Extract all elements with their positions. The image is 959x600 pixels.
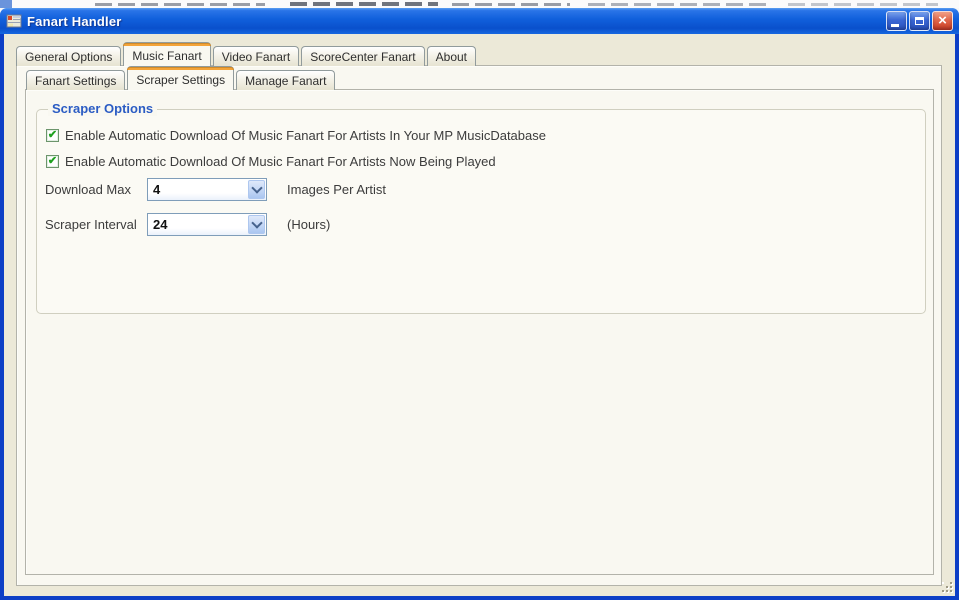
tab-label: About [435,49,467,64]
field-label: Scraper Interval [45,217,137,232]
chevron-down-icon [250,217,263,229]
titlebar[interactable]: Fanart Handler × [0,8,959,34]
tab-label: Video Fanart [221,49,291,64]
selected-value: 24 [153,217,168,232]
background-window-sliver [0,0,959,8]
tab-about[interactable]: About [426,46,476,66]
sub-tab-strip: Fanart Settings Scraper Settings Manage … [26,66,336,90]
blurred-text-fragment [95,3,265,6]
fanart-handler-window: Fanart Handler × General Options Music F… [0,8,959,600]
chevron-down-icon [250,182,263,194]
tab-label: Scraper Settings [136,73,226,87]
close-button[interactable]: × [932,11,953,31]
tab-scorecenter-fanart[interactable]: ScoreCenter Fanart [301,46,425,66]
checkmark-icon: ✔ [47,128,58,141]
tab-label: Music Fanart [132,49,202,63]
main-tab-strip: General Options Music Fanart Video Fanar… [16,42,476,66]
download-max-row: Download Max 4 Images Per Artist [45,178,917,202]
dropdown-button[interactable] [248,215,265,234]
background-window-fragment [0,0,12,8]
checkbox-row-musicdatabase: ✔ Enable Automatic Download Of Music Fan… [46,128,546,143]
subtab-fanart-settings[interactable]: Fanart Settings [26,70,126,90]
subtab-manage-fanart[interactable]: Manage Fanart [236,70,336,90]
checkbox-label: Enable Automatic Download Of Music Fanar… [65,154,496,169]
dropdown-button[interactable] [248,180,265,199]
checkbox-row-now-playing: ✔ Enable Automatic Download Of Music Fan… [46,154,496,169]
tab-label: Fanart Settings [35,73,117,88]
sub-tab-page: Scraper Options ✔ Enable Automatic Downl… [25,89,934,575]
scraper-interval-row: Scraper Interval 24 (Hours) [45,213,917,237]
window-title: Fanart Handler [27,13,122,29]
tab-general-options[interactable]: General Options [16,46,122,66]
tab-video-fanart[interactable]: Video Fanart [212,46,300,66]
tab-music-fanart[interactable]: Music Fanart [123,42,211,66]
subtab-scraper-settings[interactable]: Scraper Settings [127,66,235,90]
minimize-button[interactable] [886,11,907,31]
maximize-button[interactable] [909,11,930,31]
blurred-text-fragment [588,3,766,6]
tab-label: General Options [25,49,113,64]
blurred-text-fragment [290,2,438,6]
minimize-icon [890,24,899,27]
active-tab-stripe [123,43,211,46]
blurred-text-fragment [452,3,570,6]
client-area: General Options Music Fanart Video Fanar… [4,34,955,596]
checkbox-download-musicdatabase[interactable]: ✔ [46,129,59,142]
maximize-icon [915,17,924,25]
active-tab-stripe [127,67,235,70]
checkbox-label: Enable Automatic Download Of Music Fanar… [65,128,546,143]
selected-value: 4 [153,182,161,197]
field-label: Download Max [45,182,131,197]
scraper-options-group: Scraper Options ✔ Enable Automatic Downl… [36,101,926,314]
window-controls: × [886,11,953,31]
app-icon [6,14,22,28]
group-title: Scraper Options [48,101,158,116]
checkbox-download-now-playing[interactable]: ✔ [46,155,59,168]
tab-label: Manage Fanart [245,73,327,88]
download-max-select[interactable]: 4 [147,178,267,201]
tab-label: ScoreCenter Fanart [310,49,416,64]
resize-grip-icon[interactable] [941,581,953,593]
checkmark-icon: ✔ [47,154,58,167]
close-icon: × [938,11,947,29]
screen: Fanart Handler × General Options Music F… [0,0,959,600]
blurred-text-fragment [788,3,938,6]
field-suffix: Images Per Artist [287,182,386,197]
scraper-interval-select[interactable]: 24 [147,213,267,236]
field-suffix: (Hours) [287,217,331,232]
